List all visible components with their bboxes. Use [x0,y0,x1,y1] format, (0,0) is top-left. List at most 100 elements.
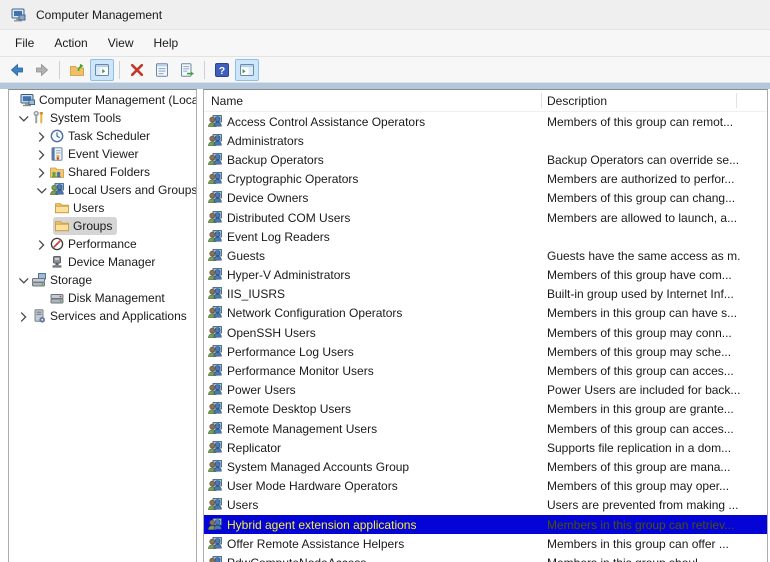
list-row[interactable]: Distributed COM UsersMembers are allowed… [204,208,767,227]
column-separator[interactable] [736,93,737,108]
group-row-icon [207,229,223,245]
group-icon [207,305,223,321]
folder-icon [54,218,70,234]
group-icon [207,536,223,552]
list-row[interactable]: Backup OperatorsBackup Operators can ove… [204,150,767,169]
list-row[interactable]: System Managed Accounts GroupMembers of … [204,457,767,476]
tree-item-body[interactable]: Shared Folders [48,163,155,181]
list-row-selected[interactable]: Hybrid agent extension applicationsMembe… [204,515,767,534]
tree-item-users[interactable]: Users [9,199,196,217]
tree-item-services-and-applications[interactable]: Services and Applications [9,307,196,325]
tree-item-storage[interactable]: Storage [9,271,196,289]
list-row[interactable]: PdwComputeNodeAccessMembers in this grou… [204,553,767,562]
tree-item-body[interactable]: Task Scheduler [48,127,155,145]
chevron-right-icon [35,148,48,161]
tree-selected-item[interactable]: Groups [53,217,117,235]
group-row-icon [207,363,223,379]
list-row[interactable]: Administrators [204,131,767,150]
group-icon [207,152,223,168]
chevron-right-icon[interactable] [35,130,48,143]
list-row[interactable]: OpenSSH UsersMembers of this group may c… [204,323,767,342]
list-row[interactable]: Access Control Assistance OperatorsMembe… [204,112,767,131]
tree-item-body[interactable]: Disk Management [48,289,170,307]
group-description: Members of this group may conn... [547,326,741,340]
tree-item-computer-management-local[interactable]: Computer Management (Local [9,91,196,109]
help-button[interactable]: ? [210,59,234,81]
window-title: Computer Management [36,8,162,22]
tree-item-system-tools[interactable]: System Tools [9,109,196,127]
forward-button[interactable] [30,59,54,81]
properties-icon [154,62,170,78]
tree-item-body[interactable]: Event Viewer [48,145,143,163]
list-row[interactable]: Network Configuration OperatorsMembers i… [204,304,767,323]
tree-item-body[interactable]: Services and Applications [30,307,192,325]
properties-button[interactable] [150,59,174,81]
tree-item-body[interactable]: Computer Management (Local [19,91,197,109]
tree-item-disk-management[interactable]: Disk Management [9,289,196,307]
tree-item-groups[interactable]: Groups [9,217,196,235]
list-row[interactable]: Power UsersPower Users are included for … [204,381,767,400]
list-row[interactable]: Device OwnersMembers of this group can c… [204,189,767,208]
chevron-right-icon[interactable] [17,310,30,323]
group-row-icon [207,210,223,226]
up-level-button[interactable] [65,59,89,81]
title-bar: Computer Management [0,0,770,30]
console-tree-button[interactable] [90,59,114,81]
list-row[interactable]: Cryptographic OperatorsMembers are autho… [204,170,767,189]
list-row[interactable]: User Mode Hardware OperatorsMembers of t… [204,477,767,496]
list-row[interactable]: UsersUsers are prevented from making ... [204,496,767,515]
list-row[interactable]: GuestsGuests have the same access as m..… [204,246,767,265]
main-area: Computer Management (LocalSystem ToolsTa… [0,89,770,562]
tree-item-body[interactable]: Storage [30,271,97,289]
chevron-down-icon[interactable] [17,112,30,125]
menu-file[interactable]: File [5,32,44,54]
delete-button[interactable] [125,59,149,81]
group-row-icon [207,344,223,360]
tree-item-body[interactable]: System Tools [30,109,126,127]
menu-view[interactable]: View [98,32,144,54]
tree-item-body[interactable]: Local Users and Groups [48,181,197,199]
menu-action[interactable]: Action [44,32,97,54]
chevron-right-icon[interactable] [35,166,48,179]
list-row[interactable]: Offer Remote Assistance HelpersMembers i… [204,534,767,553]
tree-item-local-users-and-groups[interactable]: Local Users and Groups [9,181,196,199]
tree-item-task-scheduler[interactable]: Task Scheduler [9,127,196,145]
tree-item-body[interactable]: Users [53,199,109,217]
forward-icon [34,62,50,78]
export-list-button[interactable] [175,59,199,81]
chevron-right-icon[interactable] [35,148,48,161]
tree-item-performance[interactable]: Performance [9,235,196,253]
help-icon: ? [214,62,230,78]
toolbar-separator [204,61,205,79]
group-description: Members of this group can acces... [547,422,741,436]
list-row[interactable]: Remote Desktop Users Members in this grou… [204,400,767,419]
list-row[interactable]: ReplicatorSupports file replication in a… [204,438,767,457]
chevron-right-icon[interactable] [35,238,48,251]
chevron-down-icon[interactable] [35,184,48,197]
action-pane-button[interactable] [235,59,259,81]
console-tree-icon [94,62,110,78]
list-row[interactable]: Performance Log UsersMembers of this gro… [204,342,767,361]
tree-item-shared-folders[interactable]: Shared Folders [9,163,196,181]
list-row[interactable]: IIS_IUSRSBuilt-in group used by Internet… [204,285,767,304]
list-row[interactable]: Hyper-V AdministratorsMembers of this gr… [204,266,767,285]
tree-item-device-manager[interactable]: Device Manager [9,253,196,271]
column-separator[interactable] [541,93,542,108]
group-name: Remote Desktop Users [227,402,351,416]
back-button[interactable] [5,59,29,81]
group-icon [207,210,223,226]
tree-item-body[interactable]: Device Manager [48,253,160,271]
group-icon [207,190,223,206]
menu-help[interactable]: Help [144,32,189,54]
tree-item-event-viewer[interactable]: Event Viewer [9,145,196,163]
list-row[interactable]: Performance Monitor UsersMembers of this… [204,361,767,380]
chevron-right-icon [35,130,48,143]
list-row[interactable]: Remote Management UsersMembers of this g… [204,419,767,438]
column-header-name[interactable]: Name [211,94,243,108]
group-description: Members in this group are grante... [547,402,741,416]
chevron-down-icon[interactable] [17,274,30,287]
list-row[interactable]: Event Log Readers [204,227,767,246]
action-pane-icon [239,62,255,78]
tree-item-body[interactable]: Performance [48,235,142,253]
column-header-description[interactable]: Description [547,94,607,108]
